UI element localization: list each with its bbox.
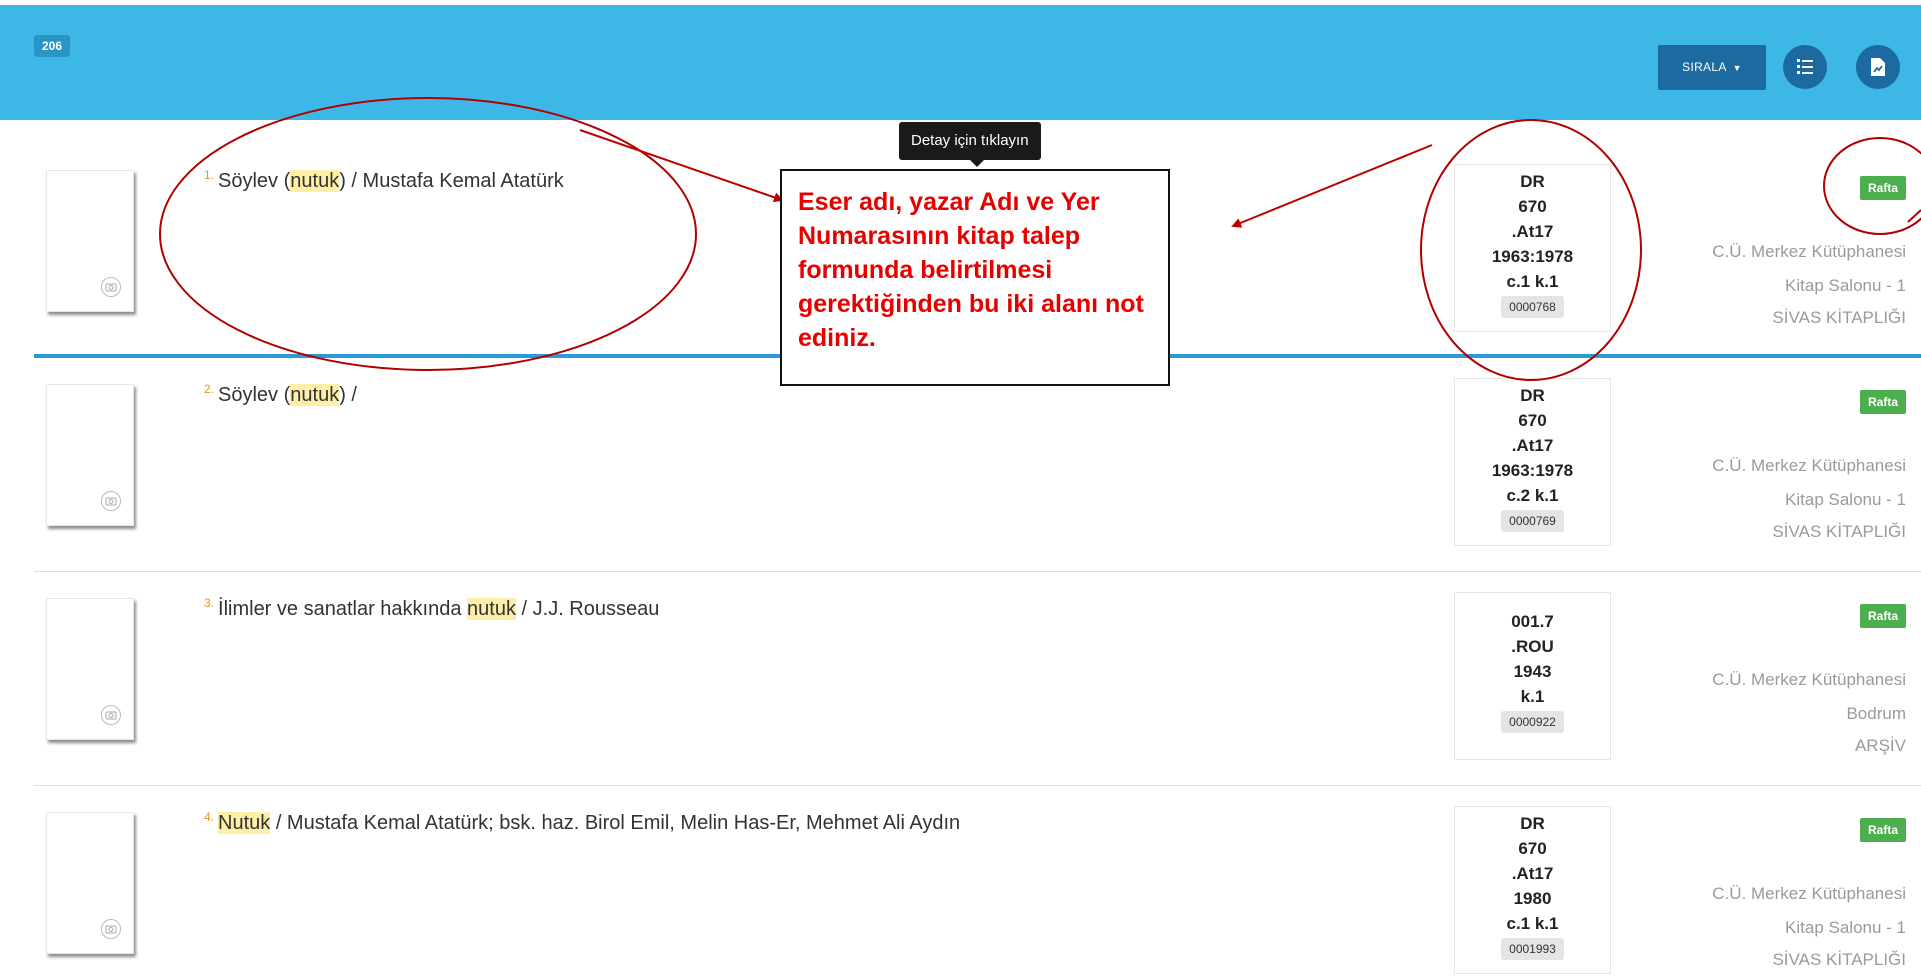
search-term-highlight: nutuk xyxy=(290,170,340,192)
no-image-icon xyxy=(101,277,121,297)
availability-badge: Rafta xyxy=(1859,176,1906,200)
call-number-line: k.1 xyxy=(1520,687,1545,706)
call-number-line: DR xyxy=(1520,386,1545,405)
barcode-badge: 0001993 xyxy=(1501,938,1564,960)
location-collection: SİVAS KİTAPLIĞI xyxy=(1772,308,1906,327)
book-cover-thumbnail[interactable] xyxy=(46,598,134,740)
call-number-line: DR xyxy=(1520,172,1545,191)
book-cover-thumbnail[interactable] xyxy=(46,170,134,312)
call-number-line: 1963:1978 xyxy=(1491,247,1574,266)
call-number-line: 670 xyxy=(1518,839,1547,858)
title-text: / J.J. Rousseau xyxy=(515,598,660,620)
no-image-icon xyxy=(101,705,121,725)
call-number-line: c.1 k.1 xyxy=(1506,272,1559,291)
location-room: Kitap Salonu - 1 xyxy=(1785,918,1906,937)
barcode-badge: 0000922 xyxy=(1501,711,1564,733)
location-room: Kitap Salonu - 1 xyxy=(1785,490,1906,509)
call-number-box: DR 670 .At17 1963:1978 c.2 k.1 0000769 xyxy=(1454,378,1611,546)
barcode-badge: 0000769 xyxy=(1501,510,1564,532)
book-cover-thumbnail[interactable] xyxy=(46,384,134,526)
call-number-line: .At17 xyxy=(1511,222,1554,241)
call-number-line: 1980 xyxy=(1513,889,1552,908)
title-text: Söylev ( xyxy=(218,384,291,406)
call-number-line: 1943 xyxy=(1513,662,1552,681)
book-cover-thumbnail[interactable] xyxy=(46,812,134,954)
list-view-button[interactable] xyxy=(1783,45,1827,89)
availability-badge: Rafta xyxy=(1859,390,1906,414)
result-count-badge: 206 xyxy=(34,35,70,57)
no-image-icon xyxy=(101,491,121,511)
call-number-line: c.2 k.1 xyxy=(1506,486,1559,505)
call-number-line: DR xyxy=(1520,814,1545,833)
result-title-link[interactable]: 3. İlimler ve sanatlar hakkında nutuk / J… xyxy=(204,596,659,621)
availability-badge: Rafta xyxy=(1859,604,1906,628)
call-number-line: 670 xyxy=(1518,197,1547,216)
search-term-highlight: nutuk xyxy=(467,598,516,620)
title-text: ) / xyxy=(339,384,357,406)
call-number-box: 001.7 .ROU 1943 k.1 0000922 xyxy=(1454,592,1611,760)
availability-badge: Rafta xyxy=(1859,818,1906,842)
title-text: ) / Mustafa Kemal Atatürk xyxy=(339,170,564,192)
detail-tooltip: Detay için tıklayın xyxy=(899,122,1041,160)
library-name: C.Ü. Merkez Kütüphanesi xyxy=(1712,242,1906,261)
result-row[interactable]: 4. Nutuk / Mustafa Kemal Atatürk; bsk. ha… xyxy=(34,762,1921,975)
title-text: İlimler ve sanatlar hakkında xyxy=(218,598,468,620)
call-number-line: c.1 k.1 xyxy=(1506,914,1559,933)
sort-button-label: SIRALA xyxy=(1682,60,1726,74)
library-name: C.Ü. Merkez Kütüphanesi xyxy=(1712,884,1906,903)
location-room: Kitap Salonu - 1 xyxy=(1785,276,1906,295)
call-number-box: DR 670 .At17 1980 c.1 k.1 0001993 xyxy=(1454,806,1611,974)
result-row[interactable]: 3. İlimler ve sanatlar hakkında nutuk / J… xyxy=(34,548,1921,761)
location-room: Bodrum xyxy=(1846,704,1906,723)
export-pdf-button[interactable] xyxy=(1856,45,1900,89)
result-number: 1. xyxy=(204,168,215,182)
search-term-highlight: nutuk xyxy=(290,384,340,406)
result-number: 4. xyxy=(204,810,215,824)
title-text: Söylev ( xyxy=(218,170,291,192)
no-image-icon xyxy=(101,919,121,939)
barcode-badge: 0000768 xyxy=(1501,296,1564,318)
search-term-highlight: Nutuk xyxy=(218,812,271,834)
result-number: 2. xyxy=(204,382,215,396)
result-title-link[interactable]: 4. Nutuk / Mustafa Kemal Atatürk; bsk. ha… xyxy=(204,810,960,835)
caret-down-icon: ▼ xyxy=(1732,63,1742,73)
library-name: C.Ü. Merkez Kütüphanesi xyxy=(1712,456,1906,475)
call-number-box: DR 670 .At17 1963:1978 c.1 k.1 0000768 xyxy=(1454,164,1611,332)
file-chart-icon xyxy=(1871,58,1885,76)
tooltip-arrow xyxy=(970,160,984,167)
call-number-line: .At17 xyxy=(1511,436,1554,455)
result-number: 3. xyxy=(204,596,215,610)
call-number-line: 1963:1978 xyxy=(1491,461,1574,480)
sort-button[interactable]: SIRALA ▼ xyxy=(1658,45,1766,90)
results-header: 206 SIRALA ▼ xyxy=(0,5,1921,120)
result-title-link[interactable]: 2. Söylev (nutuk) / xyxy=(204,382,357,407)
location-collection: SİVAS KİTAPLIĞI xyxy=(1772,522,1906,541)
library-name: C.Ü. Merkez Kütüphanesi xyxy=(1712,670,1906,689)
call-number-line: 001.7 xyxy=(1511,612,1554,631)
result-title-link[interactable]: 1. Söylev (nutuk) / Mustafa Kemal Atatürk xyxy=(204,168,564,193)
call-number-line: 670 xyxy=(1518,411,1547,430)
annotation-note-box: Eser adı, yazar Adı ve Yer Numarasının k… xyxy=(780,169,1170,386)
call-number-line: .ROU xyxy=(1511,637,1554,656)
title-text: / Mustafa Kemal Atatürk; bsk. haz. Birol… xyxy=(270,812,961,834)
location-collection: ARŞİV xyxy=(1854,736,1906,755)
location-collection: SİVAS KİTAPLIĞI xyxy=(1772,950,1906,969)
call-number-line: .At17 xyxy=(1511,864,1554,883)
list-icon xyxy=(1797,59,1813,74)
